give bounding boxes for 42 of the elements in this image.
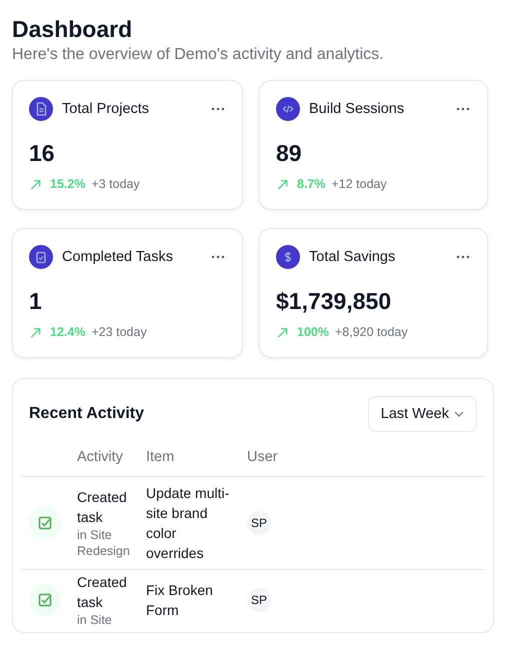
change-percent: 8.7% [297, 177, 326, 191]
activity-action: Created task [77, 488, 128, 527]
activity-context: in Site Redesign [77, 527, 131, 559]
stat-label: Total Projects [62, 101, 150, 117]
column-header: Activity [77, 449, 146, 476]
stat-value: $1,739,850 [276, 287, 392, 315]
column-header: User [247, 449, 485, 476]
document-icon [29, 97, 53, 121]
change-percent: 12.4% [50, 325, 86, 339]
more-options-icon[interactable] [455, 254, 471, 260]
user-avatar: SP [247, 588, 271, 612]
chevron-down-icon [454, 411, 464, 417]
checkbox-icon [29, 584, 61, 616]
activity-context: in Site [77, 612, 113, 628]
activity-title: Recent Activity [29, 405, 144, 423]
page-title: Dashboard [12, 15, 134, 44]
more-options-icon[interactable] [210, 106, 226, 112]
dollar-icon [276, 245, 300, 269]
user-avatar: SP [247, 511, 271, 535]
item-cell: Fix Broken Form [146, 570, 247, 630]
stat-value: 16 [29, 139, 56, 167]
change-percent: 15.2% [50, 177, 86, 191]
column-header: Item [146, 449, 247, 476]
code-icon [276, 97, 300, 121]
stat-value: 1 [29, 287, 43, 315]
stat-value: 89 [276, 139, 303, 167]
more-options-icon[interactable] [455, 106, 471, 112]
change-percent: 100% [297, 325, 329, 339]
stat-label: Total Savings [309, 249, 396, 265]
page-subtitle: Here's the overview of Demo's activity and analytics. [12, 46, 385, 64]
clipboard-icon [29, 245, 53, 269]
activity-action: Created task [77, 573, 128, 612]
today-change: +12 today [332, 177, 387, 191]
stat-label: Completed Tasks [62, 249, 174, 265]
today-change: +3 today [91, 177, 140, 191]
period-dropdown[interactable]: Last Week [368, 396, 477, 432]
today-change: +8,920 today [334, 325, 408, 339]
today-change: +23 today [91, 325, 147, 339]
checkbox-icon [29, 507, 61, 539]
more-options-icon[interactable] [210, 254, 226, 260]
stat-label: Build Sessions [309, 101, 406, 117]
item-cell: Update multi-site brand color overrides [146, 476, 247, 570]
